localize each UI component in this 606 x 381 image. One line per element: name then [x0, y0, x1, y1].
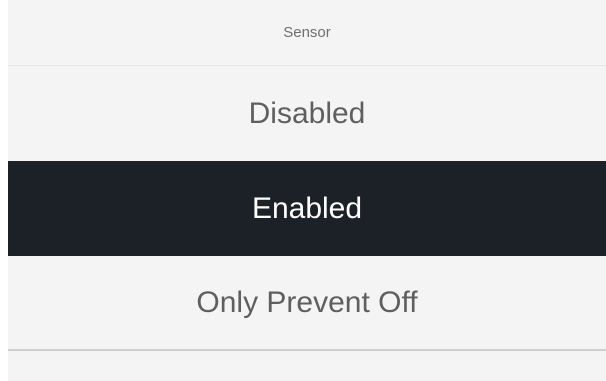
option-enabled[interactable]: Enabled [8, 161, 606, 256]
sensor-selection-dialog: Sensor Disabled Enabled Only Prevent Off [8, 0, 606, 381]
option-disabled[interactable]: Disabled [8, 66, 606, 161]
dialog-bottom-area [8, 351, 606, 380]
option-enabled-label: Enabled [251, 191, 363, 225]
option-disabled-label: Disabled [248, 96, 366, 130]
option-only-prevent-off-label: Only Prevent Off [196, 285, 418, 319]
option-only-prevent-off[interactable]: Only Prevent Off [8, 256, 606, 351]
dialog-title: Sensor [8, 0, 606, 66]
